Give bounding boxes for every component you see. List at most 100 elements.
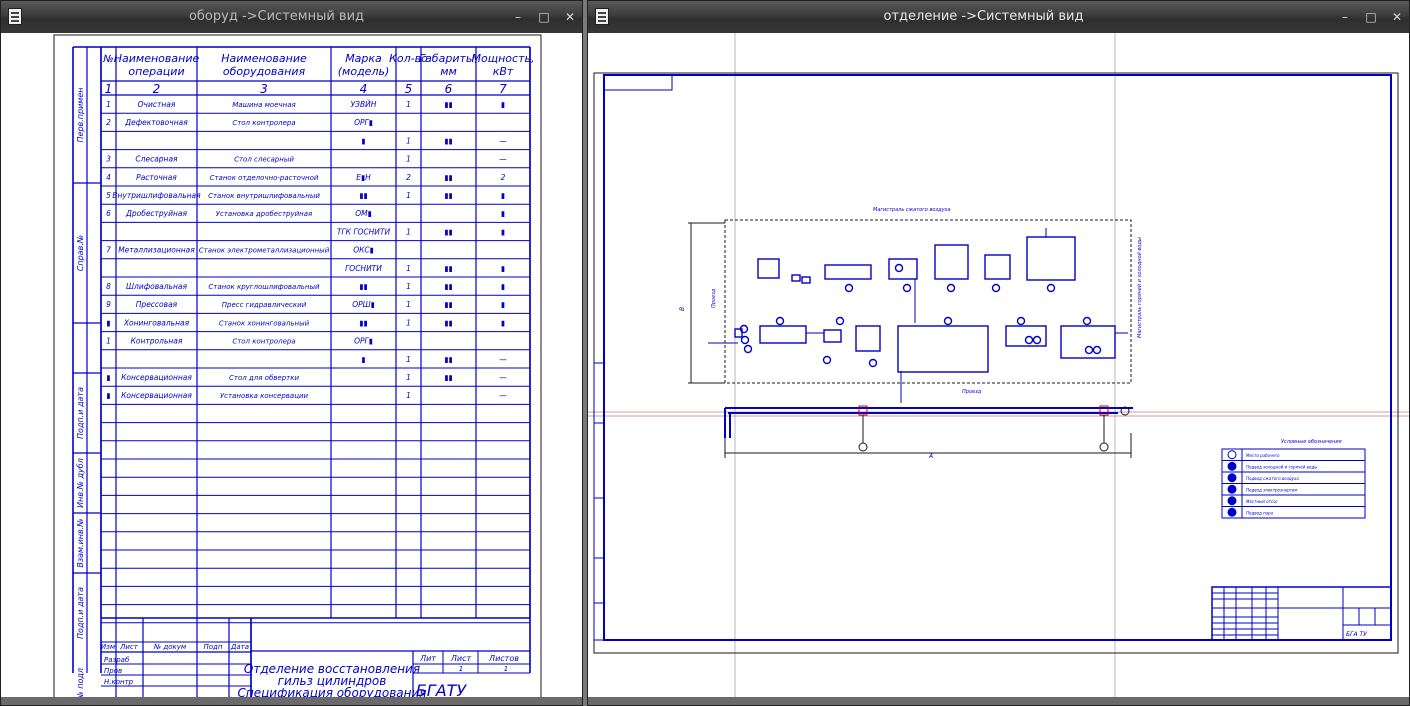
- spec-cell-op: Дробеструйная: [125, 209, 188, 218]
- spec-column-number: 1: [105, 82, 113, 96]
- minimize-button[interactable]: –: [1339, 11, 1351, 23]
- spec-cell-mark: ОРГ▮: [354, 118, 373, 127]
- legend-item-label: Подвод электроэнергии: [1246, 487, 1298, 492]
- spec-cell-n: 6: [106, 209, 111, 218]
- spec-cell-n: ▮: [106, 373, 110, 382]
- legend-symbol: [1227, 461, 1237, 471]
- spec-cell-mark: ▮: [361, 355, 365, 364]
- bottom-label: Проезд: [962, 389, 982, 395]
- spec-cell-pwr: ▮: [501, 282, 505, 291]
- equipment-block: [1005, 325, 1047, 347]
- spec-cell-n: 8: [106, 282, 111, 291]
- spec-cell-op: Внутришлифовальная: [112, 191, 201, 200]
- workplace-marker: [844, 283, 854, 293]
- spec-cell-qty: 1: [406, 391, 411, 400]
- spec-cell-eq: Станок внутришлифовальный: [208, 192, 320, 200]
- workplace-marker: [902, 283, 912, 293]
- maximize-button[interactable]: □: [538, 11, 550, 23]
- spec-cell-mark: ▮▮: [359, 191, 367, 200]
- spec-cell-eq: Машина моечная: [232, 101, 295, 109]
- workplace-marker: [1046, 283, 1056, 293]
- workplace-marker: [1032, 335, 1042, 345]
- spec-cell-eq: Стол для обвертки: [229, 374, 299, 382]
- spec-cell-eq: Станок хонинговальный: [219, 319, 310, 327]
- spec-cell-mark: ОРШ▮: [352, 300, 375, 309]
- specification-sheet: № Наименование операцииНаименование оборудо…: [53, 34, 542, 705]
- workplace-marker: [835, 316, 845, 326]
- right-window-titlebar[interactable]: отделение ->Системный вид – □ ✕: [588, 1, 1409, 33]
- spec-cell-pwr: —: [499, 355, 507, 364]
- close-button[interactable]: ✕: [564, 11, 576, 23]
- workplace-marker: [991, 283, 1001, 293]
- spec-cell-qty: 1: [406, 136, 411, 145]
- side-label: Подп.и дата: [76, 387, 85, 439]
- left-window-titlebar[interactable]: оборуд ->Системный вид – □ ✕: [1, 1, 582, 33]
- close-button[interactable]: ✕: [1391, 11, 1403, 23]
- equipment-block: [824, 264, 872, 280]
- legend-symbol: [1227, 473, 1237, 483]
- left-document-window[interactable]: оборуд ->Системный вид – □ ✕ № Наименован…: [0, 0, 583, 706]
- right-horizontal-scrollbar[interactable]: [588, 697, 1409, 705]
- spec-cell-eq: Станок электрометаллизационный: [199, 247, 330, 255]
- spec-cell-eq: Станок отделочно-расточной: [210, 174, 319, 182]
- stamp-role: Пров: [104, 667, 122, 675]
- maximize-button[interactable]: □: [1365, 11, 1377, 23]
- spec-cell-op: Контрольная: [131, 337, 183, 346]
- document-icon[interactable]: [8, 8, 22, 25]
- workplace-marker: [943, 316, 953, 326]
- spec-cell-eq: Стол слесарный: [234, 156, 294, 164]
- workplace-marker: [1084, 345, 1094, 355]
- spec-cell-qty: 1: [406, 191, 411, 200]
- right-drawing-canvas[interactable]: В Проезд Магистраль сжатого воздуха Прое…: [588, 33, 1409, 705]
- left-horizontal-scrollbar[interactable]: [1, 697, 582, 705]
- spec-column-number: 7: [499, 82, 507, 96]
- spec-header-cell: №: [102, 54, 113, 65]
- spec-cell-pwr: ▮: [501, 300, 505, 309]
- spec-cell-n: 3: [106, 155, 111, 164]
- spec-cell-mark: ▮: [361, 136, 365, 145]
- floor-plan-drawing: В Проезд Магистраль сжатого воздуха Прое…: [588, 33, 1409, 705]
- workplace-marker: [743, 344, 753, 354]
- spec-cell-pwr: ▮: [501, 209, 505, 218]
- left-drawing-canvas[interactable]: № Наименование операции Наименование оборудо…: [1, 33, 582, 705]
- spec-cell-dim: ▮▮: [444, 173, 452, 182]
- document-icon[interactable]: [595, 8, 609, 25]
- spec-cell-pwr: —: [499, 136, 507, 145]
- spec-cell-qty: 1: [406, 100, 411, 109]
- legend-symbol: [1227, 484, 1237, 494]
- spec-cell-dim: ▮▮: [444, 100, 452, 109]
- spec-cell-op: Консервационная: [121, 391, 192, 400]
- stamp-sheets-label: Листов: [488, 654, 519, 663]
- spec-cell-pwr: —: [499, 373, 507, 382]
- dim-b-label: В: [679, 307, 686, 311]
- workplace-marker: [1024, 335, 1034, 345]
- legend-item-label: Подвод пара: [1246, 510, 1274, 515]
- spec-cell-dim: ▮▮: [444, 318, 452, 327]
- spec-cell-dim: ▮▮: [444, 300, 452, 309]
- side-label: Взам.инв.№: [76, 518, 85, 567]
- spec-cell-mark: ГОСНИТИ: [345, 264, 382, 273]
- spec-cell-dim: ▮▮: [444, 227, 452, 236]
- spec-cell-n: 9: [106, 300, 111, 309]
- spec-column-number: 3: [260, 82, 268, 96]
- legend-title: Условные обозначения: [1281, 439, 1342, 445]
- equipment-block: [759, 325, 807, 344]
- spec-cell-op: Хонинговальная: [123, 318, 190, 327]
- spec-cell-eq: Установка консервации: [220, 392, 309, 400]
- workplace-marker: [946, 283, 956, 293]
- spec-cell-mark: Е▮Н: [356, 173, 371, 182]
- spec-cell-eq: Пресс гидравлический: [222, 301, 307, 309]
- minimize-button[interactable]: –: [512, 11, 524, 23]
- spec-cell-mark: ОРГ▮: [354, 337, 373, 346]
- spec-cell-op: Очистная: [138, 100, 176, 109]
- spec-cell-dim: ▮▮: [444, 282, 452, 291]
- spec-cell-op: Металлизационная: [118, 246, 195, 255]
- stamp-header: № докум: [153, 643, 187, 651]
- workplace-marker: [775, 316, 785, 326]
- spec-cell-mark: ▮▮: [359, 282, 367, 291]
- right-document-window[interactable]: отделение ->Системный вид – □ ✕ В Проезд…: [587, 0, 1410, 706]
- spec-cell-eq: Стол контролера: [232, 338, 295, 346]
- spec-header-cell: Марка (модель): [338, 52, 390, 78]
- stamp-role: Н.контр: [104, 678, 134, 686]
- spec-cell-mark: ▮▮: [359, 318, 367, 327]
